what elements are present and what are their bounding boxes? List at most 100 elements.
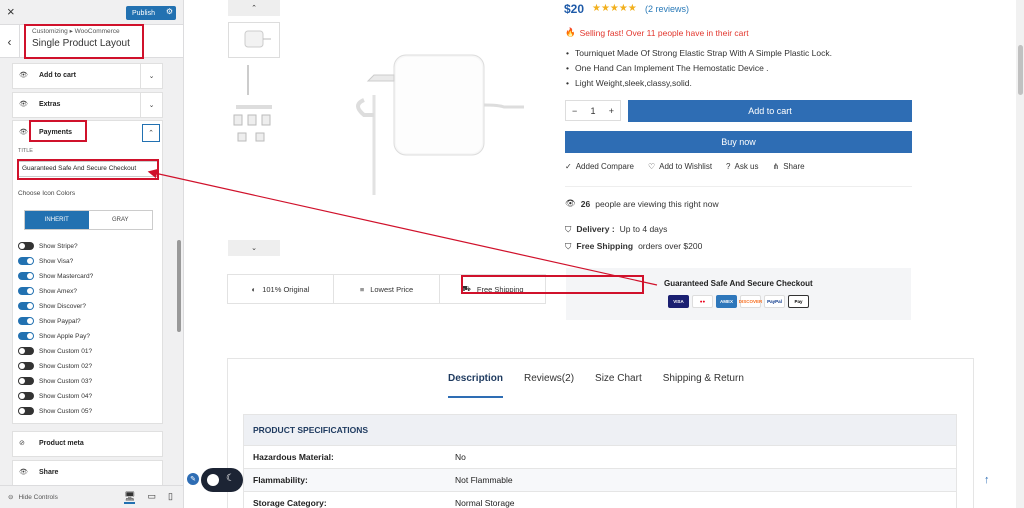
product-main-image[interactable] (334, 45, 534, 205)
wishlist-action[interactable]: ♡ Add to Wishlist (648, 162, 712, 171)
spec-key: Flammability: (253, 475, 308, 485)
payment-toggle-row[interactable]: Show Apple Pay? (18, 331, 90, 341)
toggle-switch[interactable] (18, 407, 34, 415)
section-extras[interactable]: 👁 Extras ⌄ (12, 92, 163, 118)
reviews-link[interactable]: (2 reviews) (645, 4, 689, 14)
product-price: $20 (564, 2, 585, 16)
tab-size-chart[interactable]: Size Chart (595, 373, 642, 398)
gallery-thumbnail[interactable] (228, 22, 280, 58)
payment-toggle-row[interactable]: Show Stripe? (18, 241, 78, 251)
check-icon: ✓ (565, 162, 572, 171)
eye-slash-icon[interactable]: ⊘ (19, 439, 25, 447)
publish-button[interactable]: Publish ⚙ (126, 6, 176, 20)
color-option-gray[interactable]: GRAY (88, 211, 152, 229)
toggle-switch[interactable] (18, 272, 34, 280)
bullet-item: One Hand Can Implement The Hemostatic De… (566, 63, 832, 73)
eye-icon[interactable]: 👁 (19, 71, 28, 79)
tab-reviews[interactable]: Reviews(2) (524, 373, 574, 398)
toggle-switch[interactable] (18, 377, 34, 385)
section-add-to-cart[interactable]: 👁 Add to cart ⌄ (12, 63, 163, 89)
dark-mode-toggle[interactable]: ✎ ☾ (185, 468, 243, 492)
ask-us-action[interactable]: ? Ask us (726, 162, 758, 171)
qty-plus-button[interactable]: + (609, 106, 614, 116)
color-option-inherit[interactable]: INHERIT (25, 211, 89, 229)
gallery-up-button[interactable]: ⌃ (228, 0, 280, 16)
section-label: Add to cart (39, 72, 76, 79)
bullet-item: Tourniquet Made Of Strong Elastic Strap … (566, 48, 832, 58)
toggle-label: Show Apple Pay? (39, 332, 90, 340)
toggle-label: Show Mastercard? (39, 272, 94, 280)
payment-toggle-row[interactable]: Show Visa? (18, 256, 73, 266)
payment-toggle-row[interactable]: Show Custom 03? (18, 376, 92, 386)
eye-icon[interactable]: 👁 (19, 468, 28, 476)
shield-icon: ◐ (251, 284, 257, 294)
tab-description[interactable]: Description (448, 373, 504, 398)
viewing-text: people are viewing this right now (595, 198, 719, 209)
payment-toggle-row[interactable]: Show Mastercard? (18, 271, 93, 281)
shipping-info: ⛉ Free Shipping orders over $200 (565, 241, 702, 252)
tablet-icon[interactable]: ▭ (147, 491, 156, 504)
hide-controls-icon: ⊖ (8, 494, 14, 501)
chevron-down-icon[interactable]: ⌄ (140, 64, 162, 88)
payment-toggle-row[interactable]: Show Custom 01? (18, 346, 92, 356)
tab-shipping-return[interactable]: Shipping & Return (663, 373, 744, 398)
toggle-label: Show Custom 05? (39, 407, 93, 415)
payment-toggle-row[interactable]: Show Amex? (18, 286, 77, 296)
section-share[interactable]: 👁 Share (12, 460, 163, 485)
gallery-down-button[interactable]: ⌄ (228, 240, 280, 256)
charger-thumb-image (244, 30, 271, 48)
toggle-switch[interactable] (18, 302, 34, 310)
device-switcher: 🖥 ▭ ▯ (124, 491, 173, 504)
gallery-thumbnail[interactable] (228, 63, 280, 158)
compare-action[interactable]: ✓ Added Compare (565, 162, 634, 171)
share-label: Share (783, 162, 805, 171)
mobile-icon[interactable]: ▯ (168, 491, 173, 504)
eye-icon: 👁 (565, 198, 576, 208)
share-action[interactable]: ⋔ Share (773, 162, 805, 171)
back-chevron-icon[interactable]: ‹ (0, 25, 20, 58)
toggle-switch[interactable] (18, 287, 34, 295)
payment-toggle-row[interactable]: Show Custom 04? (18, 391, 92, 401)
sidebar-scrollbar[interactable] (177, 240, 181, 332)
theme-switch[interactable]: ☾ (201, 468, 243, 492)
qty-value[interactable]: 1 (590, 106, 595, 116)
qty-minus-button[interactable]: − (572, 106, 577, 116)
chevron-up-icon[interactable]: ⌃ (142, 124, 160, 142)
payment-toggle-row[interactable]: Show Custom 05? (18, 406, 92, 416)
product-bullets: Tourniquet Made Of Strong Elastic Strap … (566, 48, 832, 93)
toggle-switch[interactable] (18, 242, 34, 250)
amex-icon: AMEX (716, 295, 737, 308)
quantity-stepper[interactable]: − 1 + (565, 100, 621, 121)
toggle-switch[interactable] (18, 317, 34, 325)
toggle-switch[interactable] (18, 257, 34, 265)
customizer-sidebar: × Publish ⚙ ‹ Customizing ▸ WooCommerce … (0, 0, 184, 508)
payment-toggle-row[interactable]: Show Paypal? (18, 316, 81, 326)
shipping-label: Free Shipping (576, 241, 634, 251)
gear-icon[interactable]: ⚙ (166, 7, 173, 16)
payment-toggle-row[interactable]: Show Custom 02? (18, 361, 92, 371)
preview-scrollbar-thumb[interactable] (1018, 45, 1023, 95)
desktop-icon[interactable]: 🖥 (124, 491, 136, 504)
toggle-switch[interactable] (18, 362, 34, 370)
payment-toggle-row[interactable]: Show Discover? (18, 301, 86, 311)
preview-scrollbar[interactable] (1016, 0, 1024, 508)
spec-value: No (455, 452, 466, 462)
chevron-down-icon[interactable]: ⌄ (140, 93, 162, 117)
viewing-notice: 👁 26 people are viewing this right now (565, 198, 719, 209)
section-product-meta[interactable]: ⊘ Product meta (12, 431, 163, 457)
ask-us-label: Ask us (734, 162, 759, 171)
share-icon: ⋔ (772, 162, 780, 171)
edit-pencil-icon[interactable]: ✎ (187, 473, 199, 485)
add-to-cart-button[interactable]: Add to cart (628, 100, 912, 122)
eye-icon[interactable]: 👁 (19, 128, 28, 136)
section-label: Extras (39, 101, 61, 108)
buy-now-button[interactable]: Buy now (565, 131, 912, 153)
spec-key: Storage Category: (253, 498, 327, 508)
toggle-switch[interactable] (18, 332, 34, 340)
close-icon[interactable]: × (7, 4, 15, 19)
toggle-switch[interactable] (18, 347, 34, 355)
eye-icon[interactable]: 👁 (19, 100, 28, 108)
hide-controls-button[interactable]: ⊖ Hide Controls (8, 493, 58, 502)
scroll-to-top-icon[interactable]: ↑ (984, 474, 990, 486)
toggle-switch[interactable] (18, 392, 34, 400)
